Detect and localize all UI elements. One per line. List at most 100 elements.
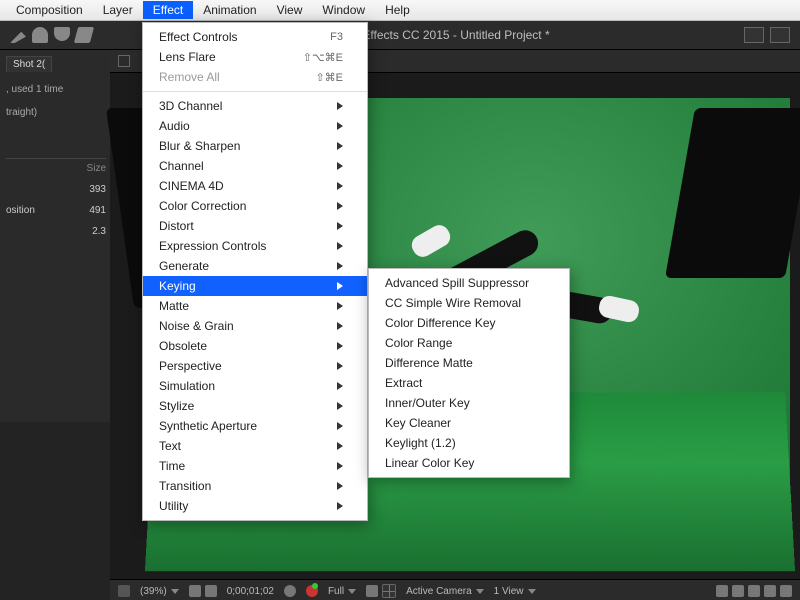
effect-menu-item: Remove All⇧⌘E <box>143 67 367 87</box>
effect-category-item[interactable]: Distort <box>143 216 367 236</box>
camera-dropdown-icon[interactable] <box>476 589 484 594</box>
effect-category-item[interactable]: Color Correction <box>143 196 367 216</box>
comp-flowchart-icon[interactable] <box>764 585 776 597</box>
effect-category-item[interactable]: Utility <box>143 496 367 516</box>
submenu-arrow-icon <box>337 362 343 370</box>
effect-category-item[interactable]: CINEMA 4D <box>143 176 367 196</box>
effect-menu-item[interactable]: Effect ControlsF3 <box>143 27 367 47</box>
submenu-arrow-icon <box>337 162 343 170</box>
menu-animation[interactable]: Animation <box>193 1 266 19</box>
submenu-arrow-icon <box>337 122 343 130</box>
composition-toolbar: (39%) 0;00;01;02 Full Active Camera 1 Vi… <box>110 579 800 600</box>
row1-label: osition <box>6 205 35 216</box>
submenu-arrow-icon <box>337 322 343 330</box>
channel-icon[interactable] <box>306 585 318 597</box>
effect-menu-item[interactable]: Lens Flare⇧⌥⌘E <box>143 47 367 67</box>
menubar: Composition Layer Effect Animation View … <box>0 0 800 21</box>
submenu-arrow-icon <box>337 422 343 430</box>
project-panel: Shot 2( , used 1 time traight) Size 393 … <box>0 50 113 422</box>
effect-category-item[interactable]: Generate <box>143 256 367 276</box>
camera-dropdown[interactable]: Active Camera <box>406 586 472 597</box>
row2-val: 2.3 <box>92 226 106 237</box>
submenu-arrow-icon <box>337 182 343 190</box>
footage-info2: traight) <box>6 107 106 118</box>
submenu-arrow-icon <box>337 382 343 390</box>
exposure-icon[interactable] <box>780 585 792 597</box>
effect-category-item[interactable]: Audio <box>143 116 367 136</box>
app-toolbar: Adobe After Effects CC 2015 - Untitled P… <box>0 21 800 50</box>
transparency-grid-icon[interactable] <box>205 585 217 597</box>
main-area: Shot 2( , used 1 time traight) Size 393 … <box>0 50 800 600</box>
effect-menu-dropdown: Effect ControlsF3Lens Flare⇧⌥⌘ERemove Al… <box>142 22 368 521</box>
keying-submenu-item[interactable]: Keylight (1.2) <box>369 433 569 453</box>
effect-category-item[interactable]: Expression Controls <box>143 236 367 256</box>
submenu-arrow-icon <box>337 302 343 310</box>
keying-submenu-item[interactable]: Extract <box>369 373 569 393</box>
quality-dropdown[interactable]: Full <box>328 586 344 597</box>
keying-submenu-item[interactable]: CC Simple Wire Removal <box>369 293 569 313</box>
views-dropdown-icon[interactable] <box>528 589 536 594</box>
menu-layer[interactable]: Layer <box>93 1 143 19</box>
effect-category-item[interactable]: Synthetic Aperture <box>143 416 367 436</box>
stamp-tool-icon[interactable] <box>54 27 70 41</box>
size-header: Size <box>87 163 106 174</box>
effect-category-item[interactable]: Perspective <box>143 356 367 376</box>
effect-category-item[interactable]: Obsolete <box>143 336 367 356</box>
effect-category-item[interactable]: Time <box>143 456 367 476</box>
menu-effect[interactable]: Effect <box>143 1 193 19</box>
pencil-tool-icon[interactable] <box>10 27 26 43</box>
quality-dropdown-icon[interactable] <box>348 589 356 594</box>
submenu-arrow-icon <box>337 102 343 110</box>
menu-help[interactable]: Help <box>375 1 420 19</box>
keying-submenu: Advanced Spill SuppressorCC Simple Wire … <box>368 268 570 478</box>
menu-view[interactable]: View <box>267 1 313 19</box>
effect-category-item[interactable]: Simulation <box>143 376 367 396</box>
keying-submenu-item[interactable]: Inner/Outer Key <box>369 393 569 413</box>
eraser-tool-icon[interactable] <box>74 27 94 43</box>
keying-submenu-item[interactable]: Linear Color Key <box>369 453 569 473</box>
workspace-layout2-icon[interactable] <box>770 27 790 43</box>
keying-submenu-item[interactable]: Color Range <box>369 333 569 353</box>
submenu-arrow-icon <box>337 142 343 150</box>
submenu-arrow-icon <box>337 262 343 270</box>
region-icon[interactable] <box>366 585 378 597</box>
keying-submenu-item[interactable]: Color Difference Key <box>369 313 569 333</box>
effect-category-item[interactable]: Noise & Grain <box>143 316 367 336</box>
timeline-icon[interactable] <box>748 585 760 597</box>
resolution-icon[interactable] <box>189 585 201 597</box>
keying-submenu-item[interactable]: Difference Matte <box>369 353 569 373</box>
submenu-arrow-icon <box>337 202 343 210</box>
menu-composition[interactable]: Composition <box>6 1 93 19</box>
effect-category-item[interactable]: 3D Channel <box>143 96 367 116</box>
mask-toggle-icon[interactable] <box>118 585 130 597</box>
effect-category-item[interactable]: Channel <box>143 156 367 176</box>
submenu-arrow-icon <box>337 222 343 230</box>
submenu-arrow-icon <box>337 502 343 510</box>
project-tab[interactable]: Shot 2( <box>6 56 52 72</box>
pixel-aspect-icon[interactable] <box>716 585 728 597</box>
workspace-layout-icon[interactable] <box>744 27 764 43</box>
effect-category-item[interactable]: Blur & Sharpen <box>143 136 367 156</box>
effect-category-item[interactable]: Matte <box>143 296 367 316</box>
keying-submenu-item[interactable]: Key Cleaner <box>369 413 569 433</box>
effect-category-item[interactable]: Text <box>143 436 367 456</box>
close-panel-icon[interactable] <box>118 55 130 67</box>
effect-category-item[interactable]: Transition <box>143 476 367 496</box>
keying-submenu-item[interactable]: Advanced Spill Suppressor <box>369 273 569 293</box>
fast-preview-icon[interactable] <box>732 585 744 597</box>
grid-icon[interactable] <box>382 584 396 598</box>
views-dropdown[interactable]: 1 View <box>494 586 524 597</box>
snapshot-icon[interactable] <box>284 585 296 597</box>
zoom-level[interactable]: (39%) <box>140 586 167 597</box>
submenu-arrow-icon <box>337 242 343 250</box>
zoom-dropdown-icon[interactable] <box>171 589 179 594</box>
submenu-arrow-icon <box>337 282 343 290</box>
brush-tool-icon[interactable] <box>32 27 48 43</box>
effect-category-item[interactable]: Stylize <box>143 396 367 416</box>
effect-category-item[interactable]: Keying <box>143 276 367 296</box>
row1-val: 491 <box>89 205 106 216</box>
submenu-arrow-icon <box>337 462 343 470</box>
submenu-arrow-icon <box>337 342 343 350</box>
menu-window[interactable]: Window <box>312 1 375 19</box>
timecode[interactable]: 0;00;01;02 <box>227 586 274 597</box>
